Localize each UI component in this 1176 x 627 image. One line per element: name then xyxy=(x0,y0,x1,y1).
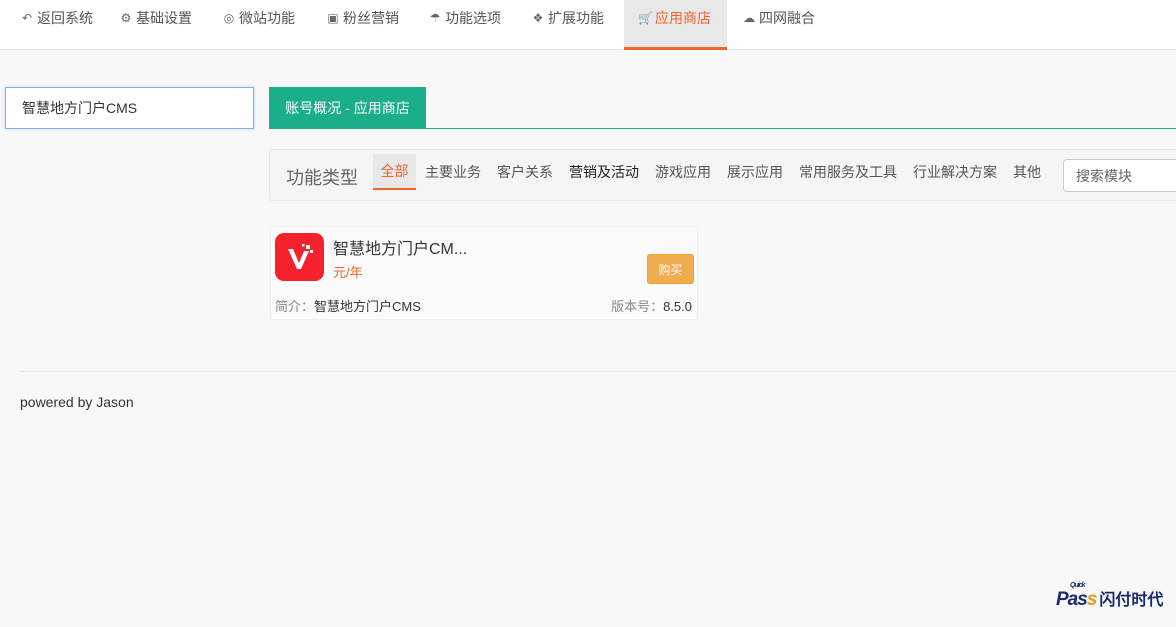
filter-tab-display-apps[interactable]: 展示应用 xyxy=(727,154,783,190)
intro-value: 智慧地方门户CMS xyxy=(314,299,421,314)
app-logo xyxy=(275,233,324,281)
nav-micro-site[interactable]: ◎ 微站功能 xyxy=(222,0,295,50)
nav-label: 扩展功能 xyxy=(548,10,604,26)
lifebuoy-icon: ◎ xyxy=(223,11,235,25)
quickpass-watermark-logo: Quick Pass 闪付时代 xyxy=(1056,582,1172,611)
nav-label: 四网融合 xyxy=(759,10,815,26)
watermark-quick-text: Quick xyxy=(1070,582,1085,589)
app-version: 版本号：8.5.0 xyxy=(611,296,692,315)
nav-label: 粉丝营销 xyxy=(343,10,399,26)
filter-tab-other[interactable]: 其他 xyxy=(1013,154,1041,190)
nav-four-network[interactable]: ☁ 四网融合 xyxy=(742,0,815,50)
category-filter-bar: 功能类型 全部 主要业务 客户关系 营销及活动 游戏应用 展示应用 常用服务及工… xyxy=(269,149,1176,201)
cart-icon: 🛒 xyxy=(638,11,653,25)
app-card: 智慧地方门户CM... 元/年 购买 简介：智慧地方门户CMS 版本号：8.5.… xyxy=(270,226,698,320)
nav-label: 基础设置 xyxy=(136,10,192,26)
gift-icon: ▣ xyxy=(327,11,339,25)
v-logo-icon xyxy=(287,244,313,269)
sidebar-search-input[interactable] xyxy=(5,87,254,129)
watermark-pass-text: Quick Pass xyxy=(1056,582,1098,611)
nav-label: 功能选项 xyxy=(445,10,501,26)
app-price: 元/年 xyxy=(333,265,363,280)
nav-app-store[interactable]: 🛒 应用商店 xyxy=(624,0,727,50)
intro-label: 简介： xyxy=(275,299,315,314)
footer-credit: powered by Jason xyxy=(20,394,134,410)
filter-tab-customer-relations[interactable]: 客户关系 xyxy=(497,154,553,190)
footer-divider xyxy=(20,371,1176,372)
app-name[interactable]: 智慧地方门户CM... xyxy=(333,235,467,259)
app-intro: 简介：智慧地方门户CMS xyxy=(275,296,421,315)
watermark-pass-main: Pas xyxy=(1056,589,1088,610)
nav-label: 返回系统 xyxy=(37,10,93,26)
cloud-upload-icon: ☁ xyxy=(743,11,755,25)
filter-title: 功能类型 xyxy=(286,168,358,188)
nav-basic-settings[interactable]: ⚙ 基础设置 xyxy=(119,0,192,50)
nav-label: 应用商店 xyxy=(655,10,711,26)
version-label: 版本号： xyxy=(611,299,664,314)
filter-tab-marketing-activities[interactable]: 营销及活动 xyxy=(569,154,639,190)
filter-tab-services-tools[interactable]: 常用服务及工具 xyxy=(799,154,897,190)
buy-button[interactable]: 购买 xyxy=(647,254,694,284)
top-navbar: ↶ 返回系统 ⚙ 基础设置 ◎ 微站功能 ▣ 粉丝营销 ☂ 功能选项 ❖ 扩展功… xyxy=(0,0,1176,50)
panel-header: 账号概况 - 应用商店 xyxy=(269,87,1176,129)
filter-tab-games[interactable]: 游戏应用 xyxy=(655,154,711,190)
panel-tab-account-overview[interactable]: 账号概况 - 应用商店 xyxy=(269,87,426,128)
nav-fan-marketing[interactable]: ▣ 粉丝营销 xyxy=(326,0,399,50)
watermark-pass-tail: s xyxy=(1086,589,1098,610)
umbrella-icon: ☂ xyxy=(429,11,441,25)
module-search-input[interactable] xyxy=(1063,159,1176,192)
filter-tab-all[interactable]: 全部 xyxy=(373,154,416,190)
version-value: 8.5.0 xyxy=(663,299,692,314)
filter-tab-industry-solutions[interactable]: 行业解决方案 xyxy=(913,154,997,190)
reply-icon: ↶ xyxy=(21,11,33,25)
watermark-cn-text: 闪付时代 xyxy=(1099,592,1164,609)
gear-icon: ⚙ xyxy=(120,11,132,25)
filter-tab-main-business[interactable]: 主要业务 xyxy=(425,154,481,190)
nav-label: 微站功能 xyxy=(239,10,295,26)
cubes-icon: ❖ xyxy=(532,11,544,25)
nav-back-system[interactable]: ↶ 返回系统 xyxy=(20,0,93,50)
nav-feature-options[interactable]: ☂ 功能选项 xyxy=(428,0,501,50)
nav-extensions[interactable]: ❖ 扩展功能 xyxy=(531,0,604,50)
